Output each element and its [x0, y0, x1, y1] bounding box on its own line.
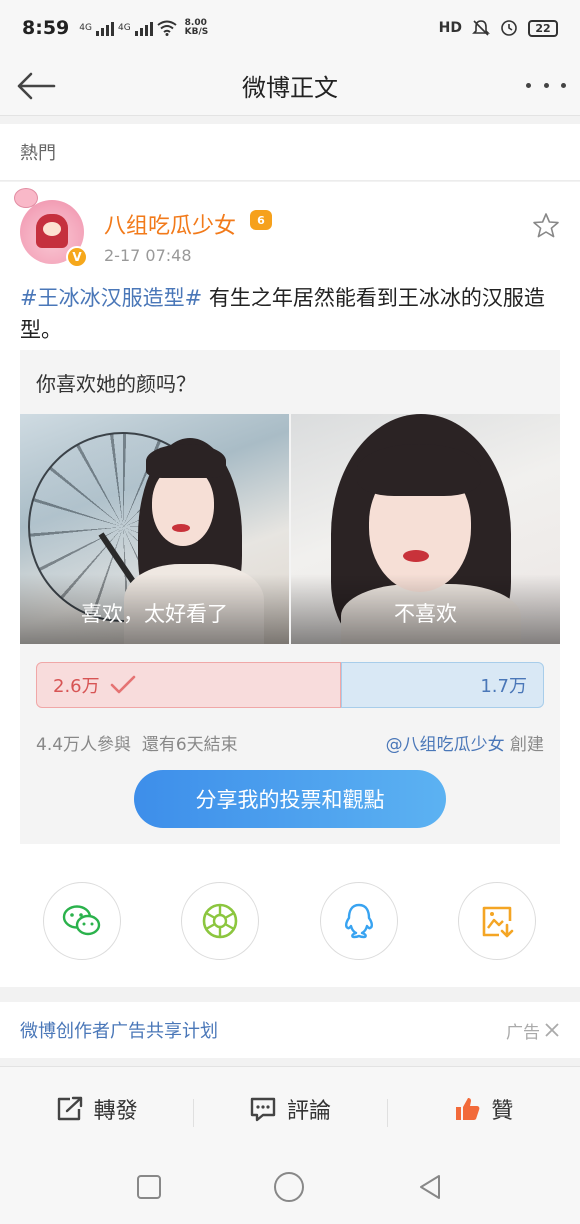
figure-face — [152, 466, 214, 546]
checkmark-icon — [110, 675, 135, 694]
post-text: #王冰冰汉服造型# 有生之年居然能看到王冰冰的汉服造型。 — [20, 282, 560, 346]
section-label: 熱門 — [20, 143, 56, 164]
post-card: V 八组吃瓜少女 6 2-17 07:48 #王冰冰汉服造型# 有生之年居然能看… — [0, 182, 580, 987]
pig-ear-decoration — [14, 188, 38, 208]
author-name[interactable]: 八组吃瓜少女 — [104, 208, 236, 240]
nav-back-button[interactable] — [417, 1173, 443, 1201]
poll-option-like-label: 喜欢，太好看了 — [81, 602, 228, 626]
figure-bangs — [146, 444, 226, 478]
figure-lips — [172, 524, 190, 532]
network-type-1: 4G — [79, 23, 92, 33]
share-qq-button[interactable] — [320, 882, 398, 960]
member-badge-icon[interactable]: 6 — [250, 210, 272, 230]
poll-result-like-count: 2.6万 — [53, 676, 100, 697]
poll-card: 你喜欢她的颜吗？ 喜欢，太好看了 不喜欢 2.6万 1.7万 4.4万人參與 還… — [20, 350, 560, 844]
more-dots-icon — [561, 82, 566, 88]
poll-result-dislike: 1.7万 — [341, 662, 544, 708]
back-button[interactable] — [16, 66, 56, 106]
like-label: 贊 — [491, 1098, 514, 1124]
poll-option-like[interactable]: 喜欢，太好看了 — [20, 414, 289, 644]
repost-icon — [57, 1096, 82, 1120]
back-arrow-icon — [17, 72, 56, 100]
moments-icon — [202, 903, 238, 939]
poll-option-dislike[interactable]: 不喜欢 — [291, 414, 560, 644]
status-right: HD 22 — [439, 19, 558, 37]
ad-close-button[interactable]: 广告 — [506, 1018, 560, 1043]
comment-label: 評論 — [286, 1098, 331, 1124]
wechat-icon — [62, 905, 101, 936]
network-type-2: 4G — [117, 23, 131, 33]
title-bar: 微博正文 — [0, 56, 580, 116]
share-vote-button[interactable]: 分享我的投票和觀點 — [134, 770, 446, 828]
mute-bell-icon — [472, 20, 490, 36]
avatar[interactable]: V — [14, 188, 88, 268]
signal-icon — [95, 20, 114, 36]
favorite-button[interactable] — [532, 212, 560, 240]
share-wechat-button[interactable] — [43, 882, 121, 960]
home-button[interactable] — [273, 1172, 304, 1202]
system-nav-bar — [0, 1150, 580, 1224]
more-button[interactable] — [526, 70, 566, 100]
poll-meta: 4.4万人參與 還有6天結束 — [36, 730, 238, 755]
net-speed: 8.00 KB/S — [185, 19, 209, 37]
network-indicators: 4G 4G 8.00 KB/S — [79, 19, 208, 37]
recent-apps-button[interactable] — [136, 1175, 161, 1199]
action-bar: 轉發 評論 贊 — [0, 1066, 580, 1150]
wifi-icon — [157, 20, 177, 36]
ad-tag: 广告 — [506, 1022, 540, 1043]
repost-button[interactable]: 轉發 — [0, 1093, 193, 1125]
poll-question: 你喜欢她的颜吗？ — [36, 372, 196, 396]
ad-strip[interactable]: 微博创作者广告共享计划 广告 — [0, 1002, 580, 1058]
figure-bangs — [357, 444, 481, 496]
poll-creator: @八组吃瓜少女 創建 — [386, 730, 544, 755]
poll-result-like: 2.6万 — [36, 662, 341, 708]
post-time: 2-17 07:48 — [104, 246, 192, 265]
page-title: 微博正文 — [242, 74, 338, 102]
more-dots-icon — [543, 82, 549, 88]
comment-button[interactable]: 評論 — [193, 1093, 386, 1127]
share-moments-button[interactable] — [181, 882, 259, 960]
ad-text[interactable]: 微博创作者广告共享计划 — [20, 1017, 218, 1043]
comment-icon — [250, 1097, 276, 1121]
share-row — [0, 882, 580, 962]
battery-indicator: 22 — [528, 19, 558, 37]
close-icon — [545, 1023, 559, 1037]
poll-remaining: 還有6天結束 — [141, 735, 238, 755]
like-button[interactable]: 贊 — [386, 1093, 580, 1127]
hd-icon: HD — [438, 20, 462, 36]
qq-icon — [345, 903, 373, 939]
signal-icon — [134, 20, 153, 36]
poll-participants: 4.4万人參與 — [36, 735, 132, 755]
section-header: 熱門 — [0, 124, 580, 181]
net-speed-unit: KB/S — [184, 27, 209, 37]
verified-badge-icon: V — [66, 246, 88, 268]
repost-label: 轉發 — [93, 1098, 138, 1124]
status-time: 8:59 — [22, 17, 70, 39]
figure-lips — [403, 550, 429, 562]
alarm-icon — [501, 20, 517, 36]
poll-creator-link[interactable]: @八组吃瓜少女 — [386, 735, 505, 755]
poll-option-dislike-label: 不喜欢 — [394, 602, 457, 626]
save-image-button[interactable] — [458, 882, 536, 960]
star-icon — [533, 213, 559, 238]
status-bar: 8:59 4G 4G 8.00 KB/S HD 22 — [0, 0, 580, 56]
save-image-icon — [482, 906, 514, 938]
poll-result-dislike-count: 1.7万 — [480, 676, 527, 697]
poll-creator-suffix: 創建 — [504, 735, 544, 755]
topic-link[interactable]: #王冰冰汉服造型# — [20, 286, 202, 310]
thumbs-up-icon — [456, 1097, 480, 1120]
avatar-face — [43, 222, 61, 236]
more-dots-icon — [526, 82, 531, 88]
